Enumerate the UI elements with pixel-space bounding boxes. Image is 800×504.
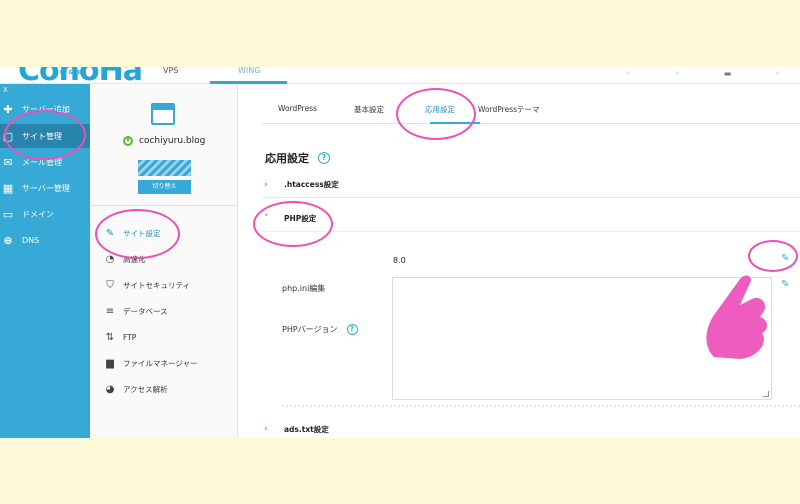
shield-icon: ⛉ [106, 280, 114, 291]
domain-text: cochiyuru.blog [139, 136, 206, 146]
menu-database[interactable]: ≡ データベース [104, 306, 168, 317]
menu-label: サイトセキュリティ [123, 281, 191, 290]
database-icon: ≡ [105, 306, 115, 317]
notification-icon[interactable]: ◦ [626, 69, 631, 78]
menu-icon[interactable]: ▬ [724, 69, 732, 78]
sidebar-item-label: DNS [22, 235, 40, 245]
menu-label: データベース [123, 307, 168, 316]
speed-icon: ◔ [105, 254, 115, 265]
php-ini-label: php.ini編集 [282, 284, 326, 293]
accordion-php[interactable]: ˅ PHP設定 [262, 206, 800, 232]
site-domain: cochiyuru.blog [123, 136, 205, 146]
monitor-icon: ▢ [2, 129, 14, 143]
chevron-right-icon: › [264, 424, 268, 434]
page-title-text: 応用設定 [265, 152, 309, 165]
site-panel: cochiyuru.blog 切り替え ✎ サイト設定 ◔ 高速化 ⛉ サイトセ… [90, 84, 238, 438]
divider [282, 405, 800, 407]
php-version-value: 8.0 [393, 256, 406, 265]
sidebar-item-label: ドメイン [22, 209, 54, 219]
folder-icon: ▆ [106, 358, 114, 369]
globe-icon: ⊕ [3, 233, 13, 247]
settings-icon[interactable]: ◦ [775, 69, 780, 78]
edit-php-ini-icon[interactable]: ✎ [781, 279, 789, 290]
chevron-down-icon: ˅ [264, 213, 269, 224]
transfer-icon: ⇅ [105, 332, 115, 343]
php-version-label: PHPバージョン ? [282, 324, 358, 335]
active-subtab-indicator [430, 122, 480, 124]
help-icon[interactable]: ? [318, 152, 330, 164]
app-screenshot: ConoHa by GMO VPS WING ◦ ◦ ▬ ◦ X ✚ サーバー追… [0, 67, 800, 438]
menu-label: ファイルマネージャー [123, 359, 198, 368]
menu-speed[interactable]: ◔ 高速化 [104, 254, 146, 265]
help-icon[interactable]: ? [346, 324, 358, 335]
plus-icon: ✚ [3, 102, 13, 116]
page-title: 応用設定 ? [265, 150, 330, 166]
php-version-label-text: PHPバージョン [282, 325, 338, 334]
pointing-hand-icon [706, 275, 768, 359]
site-window-icon [151, 103, 175, 125]
edit-php-version-icon[interactable]: ✎ [781, 253, 789, 264]
menu-ftp[interactable]: ⇅ FTP [104, 332, 137, 343]
tab-basic-settings[interactable]: 基本設定 [354, 104, 384, 115]
sidebar-collapse[interactable]: X [3, 86, 8, 94]
accordion-ads-txt[interactable]: › ads.txt設定 [262, 416, 800, 438]
site-card: cochiyuru.blog 切り替え [90, 84, 238, 206]
menu-security[interactable]: ⛉ サイトセキュリティ [104, 280, 190, 291]
user-icon[interactable]: ◦ [675, 69, 680, 78]
menu-label: サイト設定 [123, 229, 161, 238]
sidebar-item-label: サーバー追加 [22, 104, 70, 114]
accordion-label: PHP設定 [284, 214, 317, 223]
chevron-right-icon: › [264, 179, 268, 190]
settings-tabs: WordPress 基本設定 応用設定 WordPressテーマ [262, 84, 800, 124]
logo-sub-text: by GMO [60, 70, 82, 76]
mail-icon: ✉ [3, 155, 13, 169]
site-status-bar [138, 160, 191, 176]
menu-access-analysis[interactable]: ◕ アクセス解析 [104, 384, 168, 395]
textarea-resize-handle[interactable] [763, 391, 769, 397]
sidebar-item-server[interactable]: ▦ サーバー管理 [0, 176, 90, 200]
sidebar-item-site-management[interactable]: ▢ サイト管理 [0, 124, 90, 148]
main-sidebar: X ✚ サーバー追加 ▢ サイト管理 ✉ メール管理 ▦ サーバー管理 ▭ ドメ… [0, 84, 90, 438]
sidebar-item-label: サイト管理 [22, 131, 62, 141]
sidebar-item-add-server[interactable]: ✚ サーバー追加 [0, 97, 90, 121]
header-icons: ◦ ◦ ▬ ◦ [626, 69, 780, 78]
sidebar-item-label: サーバー管理 [22, 183, 70, 193]
sidebar-item-domain[interactable]: ▭ ドメイン [0, 202, 90, 226]
sidebar-item-label: メール管理 [22, 157, 62, 167]
menu-file-manager[interactable]: ▆ ファイルマネージャー [104, 358, 197, 369]
tab-wordpress[interactable]: WordPress [278, 104, 317, 113]
tab-wing[interactable]: WING [238, 67, 260, 75]
menu-label: アクセス解析 [123, 385, 168, 394]
accordion-label: ads.txt設定 [284, 424, 329, 434]
tab-vps[interactable]: VPS [163, 67, 178, 75]
menu-label: FTP [123, 333, 137, 342]
sidebar-item-mail[interactable]: ✉ メール管理 [0, 150, 90, 174]
edit-icon: ✎ [105, 228, 115, 239]
menu-label: 高速化 [123, 255, 146, 264]
domain-icon: ▭ [2, 207, 14, 221]
switch-site-button[interactable]: 切り替え [138, 180, 191, 194]
top-header: ConoHa by GMO VPS WING ◦ ◦ ▬ ◦ [0, 67, 800, 88]
tab-advanced-settings[interactable]: 応用設定 [425, 104, 455, 115]
accordion-label: .htaccess設定 [284, 180, 339, 189]
server-icon: ▦ [2, 181, 14, 195]
menu-site-settings[interactable]: ✎ サイト設定 [104, 228, 161, 239]
tab-wordpress-theme[interactable]: WordPressテーマ [478, 104, 540, 115]
accordion-htaccess[interactable]: › .htaccess設定 [262, 172, 800, 198]
sidebar-item-dns[interactable]: ⊕ DNS [0, 228, 90, 252]
power-icon [123, 136, 133, 146]
pie-chart-icon: ◕ [105, 384, 115, 395]
